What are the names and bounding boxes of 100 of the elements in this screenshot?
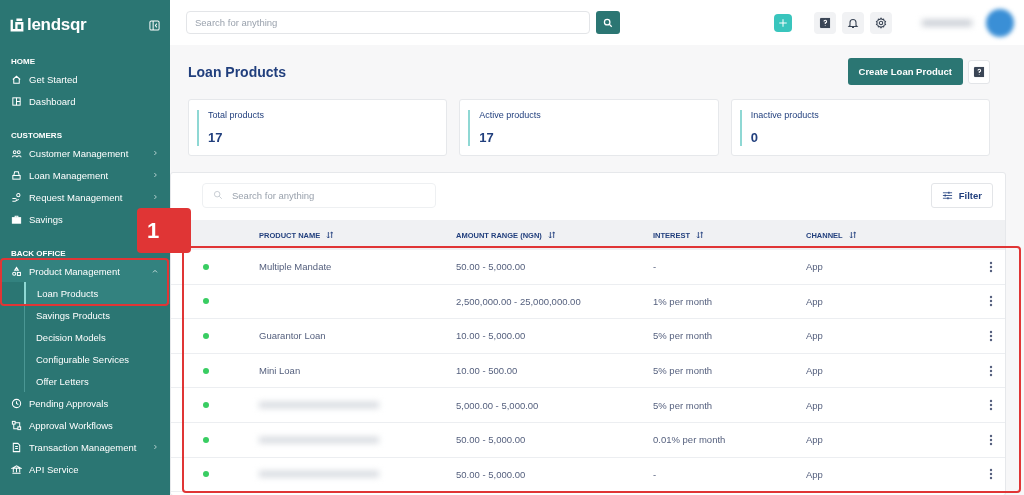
table-cell: 5,000.00 - 5,000.00 — [456, 399, 539, 411]
table-cell: App — [806, 295, 823, 307]
table-cell: App — [806, 330, 823, 342]
name-cell: Multiple Mandate — [259, 250, 456, 285]
table-cell: 50.00 - 5,000.00 — [456, 434, 526, 446]
stat-value: 0 — [750, 130, 759, 145]
stat-value: 17 — [479, 130, 495, 145]
blurred-name — [922, 19, 972, 26]
gear-icon — [875, 16, 887, 29]
home-icon — [11, 73, 22, 85]
logo-text: lendsqr — [27, 15, 87, 35]
more-button[interactable] — [989, 433, 993, 446]
shapes-icon — [11, 265, 22, 277]
nav-subitem[interactable]: Configurable Services — [25, 348, 170, 370]
dashboard-icon — [11, 95, 22, 107]
chevron-right-icon — [151, 443, 159, 451]
nav-subitem[interactable]: Savings Products — [25, 304, 170, 326]
hand-icon — [11, 191, 22, 203]
help-button[interactable] — [968, 59, 990, 84]
table-cell: 50.00 - 5,000.00 — [456, 468, 526, 480]
help-button[interactable] — [814, 11, 836, 34]
section-heading: HOME — [10, 55, 36, 68]
name-cell: Mini Loan — [259, 353, 456, 389]
search-field[interactable]: Search for anything — [186, 11, 590, 34]
nav-subitem[interactable]: Decision Models — [25, 326, 170, 348]
avatar[interactable] — [986, 8, 1014, 37]
sort-icon — [848, 231, 857, 239]
nav-item[interactable]: Get Started — [0, 68, 89, 90]
stat-label: Active products — [479, 110, 542, 120]
sort-icon — [696, 231, 705, 239]
workflow-icon — [11, 419, 22, 431]
table-cell: App — [806, 399, 823, 411]
search-button[interactable] — [596, 11, 620, 34]
more-button[interactable] — [989, 295, 993, 308]
nav-item[interactable]: Customer Management — [0, 142, 170, 164]
nav-item[interactable]: Transaction Management — [0, 436, 170, 458]
section-heading: CUSTOMERS — [10, 129, 63, 142]
logo-icon — [10, 18, 24, 32]
clock-icon — [11, 397, 22, 409]
nav-item[interactable]: Approval Workflows — [0, 414, 124, 436]
stat-label: Inactive products — [750, 110, 820, 120]
more-vertical-icon — [989, 330, 993, 342]
more-button[interactable] — [989, 399, 993, 412]
nav-subitem[interactable]: Loan Products — [24, 282, 170, 304]
nav-item[interactable]: Request Management — [0, 186, 170, 208]
stat-label: Total products — [208, 110, 266, 120]
sliders-icon — [941, 190, 953, 201]
briefcase-icon — [11, 213, 22, 225]
search-icon — [603, 17, 613, 28]
table-cell: 0.01% per month — [653, 434, 726, 446]
table-cell: 10.00 - 5,000.00 — [456, 330, 526, 342]
more-vertical-icon — [989, 295, 993, 308]
chevron-right-icon — [151, 171, 159, 179]
stat-value: 17 — [208, 130, 224, 145]
section-heading: BACK OFFICE — [10, 247, 67, 260]
nav-item[interactable]: API Service — [0, 458, 90, 480]
name-cell: Guarantor Loan — [259, 319, 456, 354]
more-vertical-icon — [989, 364, 993, 377]
nav-item[interactable]: Dashboard — [0, 90, 87, 112]
table-cell: - — [653, 261, 657, 273]
more-vertical-icon — [989, 260, 993, 273]
table-cell: 2,500,000.00 - 25,000,000.00 — [456, 295, 581, 307]
nav-item[interactable]: Pending Approvals — [0, 392, 120, 414]
settings-button[interactable] — [870, 11, 892, 34]
table-cell: App — [806, 261, 823, 273]
table-cell: 5% per month — [653, 330, 713, 342]
nav-item[interactable]: Product Management — [0, 260, 170, 282]
help-book-icon — [819, 16, 831, 29]
sort-icon — [547, 231, 556, 239]
chevron-up-icon — [151, 267, 159, 275]
more-vertical-icon — [989, 433, 993, 446]
plus-icon — [778, 17, 788, 28]
more-vertical-icon — [989, 468, 993, 481]
page-title: Loan Products — [188, 63, 287, 80]
nav-item[interactable]: Savings — [0, 208, 74, 230]
table-cell: - — [653, 468, 657, 480]
more-button[interactable] — [989, 364, 993, 377]
nav-item[interactable]: Loan Management — [0, 164, 170, 186]
bank-icon — [11, 169, 22, 181]
building-icon — [11, 463, 22, 475]
filter-button[interactable]: Filter — [930, 183, 993, 208]
more-vertical-icon — [989, 399, 993, 412]
table-cell: 5% per month — [653, 365, 713, 377]
chevron-right-icon — [151, 149, 159, 157]
users-icon — [11, 147, 22, 159]
table-search-field[interactable]: Search for anything — [202, 183, 436, 208]
table-cell: 10.00 - 500.00 — [456, 365, 518, 377]
callout-badge: 1 — [137, 208, 191, 253]
more-button[interactable] — [989, 468, 993, 481]
table-cell: App — [806, 434, 823, 446]
nav-subitem[interactable]: Offer Letters — [25, 370, 170, 392]
document-icon — [11, 441, 22, 453]
bell-icon — [847, 16, 859, 29]
more-button[interactable] — [989, 260, 993, 273]
notification-button[interactable] — [842, 11, 864, 34]
chevron-right-icon — [151, 193, 159, 201]
table-cell: App — [806, 468, 823, 480]
create-loan-product-button[interactable]: Create Loan Product — [847, 58, 963, 85]
help-book-icon — [973, 65, 985, 78]
more-button[interactable] — [989, 330, 993, 342]
